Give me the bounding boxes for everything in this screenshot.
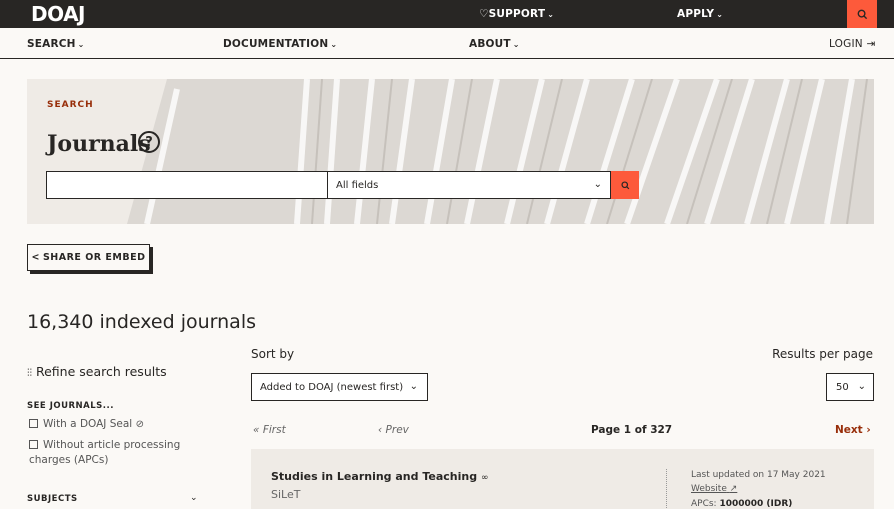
pager-prev[interactable]: ‹ Prev [378, 424, 409, 436]
card-divider [666, 469, 667, 509]
apc-info: APCs: 1000000 (IDR) [691, 499, 792, 509]
journal-count: 16,340 indexed journals [27, 311, 256, 333]
nav-search[interactable]: SEARCH ⌄ [27, 38, 85, 50]
nav-about-label: ABOUT [469, 38, 511, 50]
nav-documentation-label: DOCUMENTATION [223, 38, 329, 50]
pager-next-label: Next [835, 424, 863, 436]
sort-label: Sort by [251, 347, 295, 361]
last-updated: Last updated on 17 May 2021 [691, 470, 826, 480]
chevron-down-icon: ⌄ [77, 40, 85, 49]
facet-option-no-apc[interactable]: Without article processing charges (APCs… [29, 438, 219, 468]
journal-result-card: Studies in Learning and Teaching ∞ SiLeT… [251, 449, 874, 509]
website-label: Website [691, 484, 727, 494]
sort-select[interactable]: Added to DOAJ (newest first) ⌄ [251, 373, 428, 401]
pager-prev-label: Prev [385, 424, 409, 436]
chevron-left-icon: ‹ [378, 424, 383, 436]
pager-first[interactable]: « First [253, 424, 286, 436]
double-chevron-left-icon: « [253, 424, 260, 436]
pager-first-label: First [262, 424, 286, 436]
top-search-button[interactable] [847, 0, 877, 28]
chevron-down-icon: ⌄ [512, 40, 520, 49]
nav-documentation[interactable]: DOCUMENTATION ⌄ [223, 38, 337, 50]
journal-title: Studies in Learning and Teaching [271, 470, 478, 483]
chevron-down-icon: ⌄ [716, 10, 724, 19]
chevron-down-icon: ⌄ [547, 10, 555, 19]
support-label: SUPPORT [488, 8, 546, 20]
apc-label: APCs: [691, 499, 720, 509]
nav-about[interactable]: ABOUT ⌄ [469, 38, 520, 50]
hero-search-button[interactable] [611, 171, 639, 199]
results-per-page-select[interactable]: 50 ⌄ [826, 373, 874, 401]
page-title: Journals [47, 131, 151, 157]
support-menu[interactable]: ♡SUPPORT ⌄ [479, 8, 554, 20]
field-select-value: All fields [336, 179, 379, 191]
share-embed-button[interactable]: < SHARE OR EMBED [27, 244, 150, 271]
share-label: SHARE OR EMBED [42, 252, 146, 263]
pager-status: Page 1 of 327 [591, 424, 673, 436]
checkbox[interactable] [29, 419, 38, 428]
search-hero: SEARCH Journals ? All fields ⌄ [27, 79, 874, 224]
login-link[interactable]: LOGIN ⇥ [829, 38, 875, 50]
apc-value: 1000000 (IDR) [719, 499, 793, 509]
chevron-down-icon: ⌄ [593, 179, 602, 190]
chevron-right-icon: › [866, 424, 871, 436]
hero-label: SEARCH [47, 100, 94, 110]
subjects-heading[interactable]: SUBJECTS [27, 494, 78, 504]
chevron-down-icon: ⌄ [857, 381, 866, 392]
sliders-icon: ⫶⫶ [27, 368, 32, 379]
heart-icon: ♡ [479, 8, 489, 20]
checkbox[interactable] [29, 440, 38, 449]
chevron-down-icon[interactable]: ⌄ [190, 493, 198, 503]
see-journals-heading: SEE JOURNALS... [27, 401, 114, 411]
journal-abbreviation: SiLeT [271, 488, 301, 501]
search-icon [620, 180, 629, 189]
doaj-logo[interactable]: DOAJ [31, 2, 86, 26]
search-field-select[interactable]: All fields ⌄ [328, 171, 611, 199]
login-label: LOGIN [829, 38, 863, 50]
chevron-down-icon: ⌄ [409, 381, 418, 392]
secondary-nav: SEARCH ⌄ DOCUMENTATION ⌄ ABOUT ⌄ LOGIN ⇥ [0, 28, 894, 59]
pager-next[interactable]: Next › [835, 424, 871, 436]
top-bar: DOAJ ♡SUPPORT ⌄ APPLY ⌄ [0, 0, 894, 28]
login-icon: ⇥ [866, 38, 876, 50]
link-icon: ∞ [480, 473, 489, 483]
sort-value: Added to DOAJ (newest first) [260, 381, 404, 393]
apply-label: APPLY [677, 8, 715, 20]
journal-search-input[interactable] [46, 171, 328, 199]
nav-search-label: SEARCH [27, 38, 76, 50]
rpp-value: 50 [836, 381, 849, 393]
refine-label: Refine search results [35, 364, 167, 379]
facet-option-seal[interactable]: With a DOAJ Seal ⊘ [29, 417, 219, 432]
facet-option-label: With a DOAJ Seal [43, 418, 133, 430]
chevron-down-icon: ⌄ [330, 40, 338, 49]
external-link-icon: ↗ [729, 484, 738, 494]
journal-title-link[interactable]: Studies in Learning and Teaching ∞ [271, 470, 488, 483]
help-icon[interactable]: ? [138, 131, 160, 153]
refine-heading: ⫶⫶ Refine search results [27, 364, 167, 379]
seal-check-icon: ⊘ [135, 419, 144, 430]
website-link[interactable]: Website ↗ [691, 484, 737, 494]
search-icon [857, 9, 867, 19]
facet-option-label: Without article processing charges (APCs… [29, 439, 181, 466]
share-icon: < [31, 252, 40, 263]
apply-menu[interactable]: APPLY ⌄ [677, 8, 723, 20]
results-per-page-label: Results per page [772, 347, 873, 361]
